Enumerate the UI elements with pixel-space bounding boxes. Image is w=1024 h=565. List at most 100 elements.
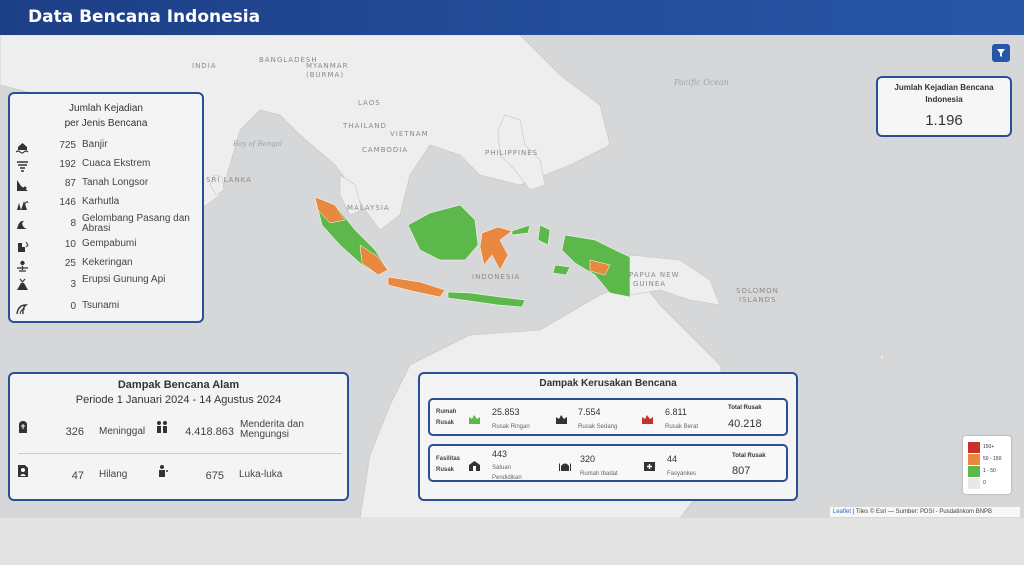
house-total-value: 40.218 <box>728 418 762 430</box>
disaster-type-row-gelombang: 8 Gelombang Pasang dan Abrasi <box>10 214 204 236</box>
house-damage-box: Rumah Rusak 25.853 Rusak Ringan 7.554 Ru… <box>428 398 788 436</box>
family-icon <box>157 421 167 433</box>
wave-icon <box>17 220 28 229</box>
facility-damage-box: Fasilitas Rusak 443 Satuan Pendidikan 32… <box>428 444 788 482</box>
landslide-icon <box>17 180 28 191</box>
legend-swatch <box>968 442 980 453</box>
map-label-indonesia: INDONESIA <box>472 273 521 281</box>
legend-label: 0 <box>983 480 986 486</box>
facility-damage-label-1: Fasilitas <box>436 456 461 462</box>
region-sulawesi <box>479 226 513 271</box>
disaster-label: Gelombang Pasang dan Abrasi <box>82 213 190 234</box>
map-attribution: Leaflet | Tiles © Esri — Sumber: PDSI - … <box>830 507 1020 517</box>
drought-icon <box>17 260 28 272</box>
impact-title: Dampak Bencana Alam <box>117 379 240 391</box>
mosque-icon <box>559 463 571 471</box>
tsunami-icon <box>16 304 29 315</box>
worship-label: Rumah Ibadat <box>580 471 618 477</box>
legend-item: 1 - 50 <box>968 466 1008 477</box>
light-damage-value: 25.853 <box>492 407 520 417</box>
hospital-icon <box>644 462 655 471</box>
disaster-label: Karhutla <box>82 196 120 207</box>
map-label-cambodia: CAMBODIA <box>362 146 409 154</box>
legend-label: 50 - 150 <box>983 456 1002 462</box>
disaster-type-row-banjir: 725 Banjir <box>10 140 204 156</box>
map-label-india: INDIA <box>192 62 217 70</box>
disaster-count: 3 <box>70 279 76 290</box>
disaster-label: Tanah Longsor <box>82 177 149 188</box>
legend-item: 150+ <box>968 442 1008 453</box>
disaster-label: Cuaca Ekstrem <box>82 158 151 169</box>
medium-damage-label: Rusak Sedang <box>578 424 618 430</box>
disaster-type-row-kekeringan: 25 Kekeringan <box>10 258 204 274</box>
disaster-count: 25 <box>64 258 76 269</box>
medium-damage-house-icon <box>556 415 567 424</box>
leaflet-link[interactable]: Leaflet <box>833 509 851 515</box>
injured-label: Luka-luka <box>239 469 283 480</box>
legend-swatch <box>968 454 980 465</box>
displaced-label: Menderita dan Mengungsi <box>240 419 304 440</box>
health-facility-label: Fasyankes <box>667 471 697 477</box>
legend-item: 0 <box>968 478 1008 489</box>
volcano-icon <box>17 278 28 290</box>
missing-label: Hilang <box>99 469 128 480</box>
map-label-png-2: GUINEA <box>633 280 667 288</box>
disaster-type-title-2: per Jenis Bencana <box>64 118 148 129</box>
legend-swatch <box>968 478 980 489</box>
facility-total-value: 807 <box>732 465 751 477</box>
injured-icon <box>159 465 168 477</box>
damage-title: Dampak Kerusakan Bencana <box>539 378 677 389</box>
app-header: Data Bencana Indonesia <box>0 0 1024 35</box>
disaster-count: 87 <box>64 178 76 189</box>
disaster-label: Erupsi Gunung Api <box>82 274 166 285</box>
tombstone-icon <box>19 421 27 433</box>
filter-button[interactable] <box>992 44 1010 62</box>
region-nusa-tenggara <box>447 291 526 308</box>
education-label-1: Satuan <box>492 465 512 471</box>
school-icon <box>469 461 480 471</box>
education-label-2: Pendidikan <box>492 475 522 481</box>
house-damage-label-2: Rusak <box>436 420 455 426</box>
health-facility-value: 44 <box>667 454 678 464</box>
impact-divider <box>18 453 342 454</box>
displaced-value: 4.418.863 <box>185 426 234 438</box>
disaster-type-row-tsunami: 0 Tsunami <box>10 301 204 317</box>
map-label-myanmar: MYANMAR <box>306 62 349 70</box>
map-label-png-1: PAPUA NEW <box>629 271 680 279</box>
region-sumatra-north <box>314 196 346 224</box>
map-label-sri-lanka: SRI LANKA <box>206 176 252 184</box>
impact-period: Periode 1 Januari 2024 - 14 Agustus 2024 <box>75 394 282 406</box>
heavy-damage-value: 6.811 <box>665 407 687 417</box>
house-total-label: Total Rusak <box>728 405 762 411</box>
attribution-text: | Tiles © Esri — Sumber: PDSI - Pusdatin… <box>851 509 993 515</box>
page-footer <box>0 518 1024 565</box>
deaths-label: Meninggal <box>99 426 146 437</box>
heavy-damage-label: Rusak Berat <box>665 424 699 430</box>
disaster-count: 146 <box>59 197 76 208</box>
map-label-solomon-1: SOLOMON <box>736 287 779 295</box>
forest-fire-icon <box>17 201 29 210</box>
missing-person-icon <box>18 465 28 477</box>
facility-damage-label-2: Rusak <box>436 467 455 473</box>
injured-value: 675 <box>205 470 224 482</box>
disaster-count: 725 <box>59 140 76 151</box>
region-sulawesi-north <box>511 224 531 236</box>
medium-damage-value: 7.554 <box>578 407 601 417</box>
map-label-pacific-ocean: Pacific Ocean <box>674 78 729 87</box>
education-value: 443 <box>492 449 508 459</box>
disaster-type-row-erupsi: 3 Erupsi Gunung Api <box>10 275 204 297</box>
tornado-icon <box>17 161 28 172</box>
total-events-value: 1.196 <box>925 112 963 129</box>
map-label-vietnam: VIETNAM <box>390 130 429 138</box>
map-label-thailand: THAILAND <box>343 122 387 130</box>
disaster-count: 0 <box>70 301 76 312</box>
disaster-type-row-longsor: 87 Tanah Longsor <box>10 178 204 194</box>
disaster-type-title-1: Jumlah Kejadian <box>69 103 143 114</box>
map-label-solomon-2: ISLANDS <box>739 296 777 304</box>
map-label-malaysia: MALAYSIA <box>347 204 390 212</box>
map-label-laos: LAOS <box>358 99 381 107</box>
map-label-bay-of-bengal: Bay of Bengal <box>233 140 283 148</box>
deaths-value: 326 <box>65 426 84 438</box>
total-events-panel: Jumlah Kejadian Bencana Indonesia 1.196 <box>876 76 1012 137</box>
legend-label: 150+ <box>983 444 995 450</box>
